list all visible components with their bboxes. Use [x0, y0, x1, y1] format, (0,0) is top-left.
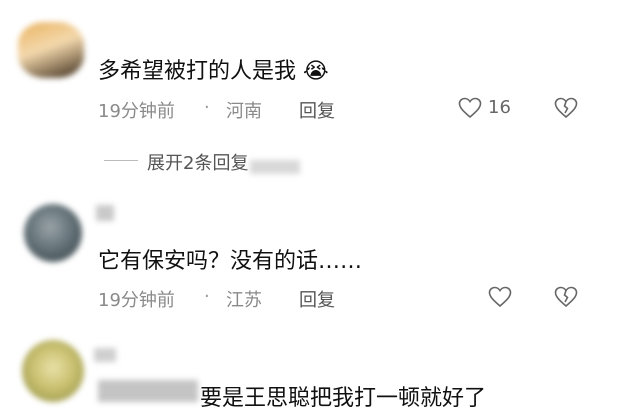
heart-icon[interactable]: [488, 286, 512, 308]
location: 江苏: [226, 290, 262, 311]
expand-replies-button[interactable]: 展开2条回复: [147, 149, 248, 175]
heart-icon[interactable]: [458, 97, 482, 119]
avatar[interactable]: [18, 22, 84, 78]
crying-face-emoji: 😭: [303, 59, 329, 84]
blurred-username: [96, 205, 114, 221]
reply-button[interactable]: 回复: [299, 286, 335, 312]
broken-heart-icon[interactable]: [554, 286, 578, 308]
avatar[interactable]: [24, 204, 82, 262]
blurred-username: [94, 348, 116, 362]
avatar[interactable]: [22, 340, 84, 402]
reply-button[interactable]: 回复: [299, 97, 335, 123]
timestamp: 19分钟前: [98, 290, 175, 311]
comment-body: 要是王思聪把我打一顿就好了: [200, 386, 487, 411]
timestamp: 19分钟前: [98, 101, 175, 122]
like-count: 16: [488, 97, 511, 118]
divider-line: [104, 160, 138, 161]
comment-text: 多希望被打的人是我 😭: [98, 53, 329, 85]
blurred-mention: [98, 380, 198, 402]
comment-body: 多希望被打的人是我: [98, 59, 297, 84]
separator-dot: ·: [204, 97, 210, 118]
separator-dot: ·: [204, 286, 210, 307]
blurred-overlay: [250, 160, 300, 174]
broken-heart-icon[interactable]: [554, 97, 578, 119]
location: 河南: [226, 101, 262, 122]
comment-body: 它有保安吗？没有的话……: [98, 249, 363, 274]
